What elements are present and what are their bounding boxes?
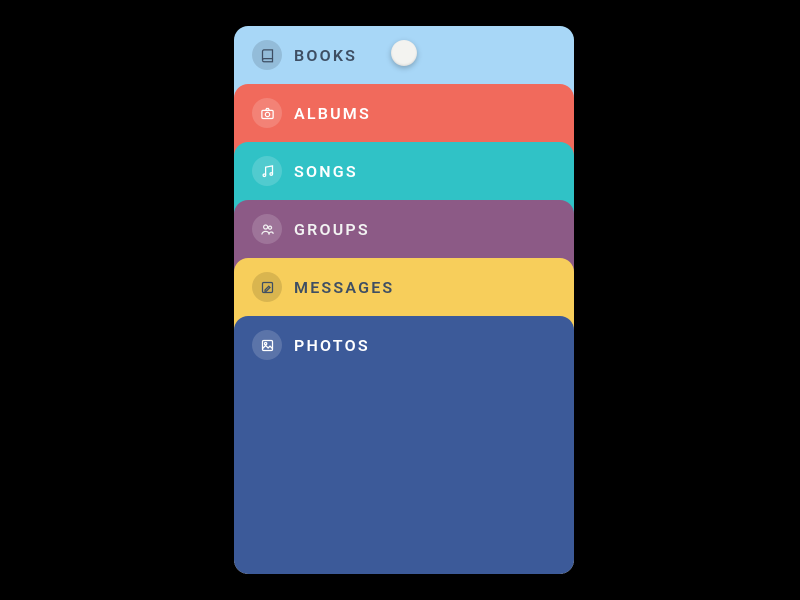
card-photos-label: PHOTOS — [294, 336, 370, 355]
card-songs-label: SONGS — [294, 162, 358, 181]
handle-dot[interactable] — [391, 40, 417, 66]
music-icon — [252, 156, 282, 186]
card-groups-label: GROUPS — [294, 220, 370, 239]
card-albums-label: ALBUMS — [294, 104, 371, 123]
book-icon — [252, 40, 282, 70]
card-stack: BOOKS ALBUMS — [234, 26, 574, 574]
pencil-icon — [252, 272, 282, 302]
camera-icon — [252, 98, 282, 128]
card-photos[interactable]: PHOTOS — [234, 316, 574, 574]
users-icon — [252, 214, 282, 244]
card-books-label: BOOKS — [294, 46, 357, 65]
card-messages-label: MESSAGES — [294, 278, 394, 297]
image-icon — [252, 330, 282, 360]
